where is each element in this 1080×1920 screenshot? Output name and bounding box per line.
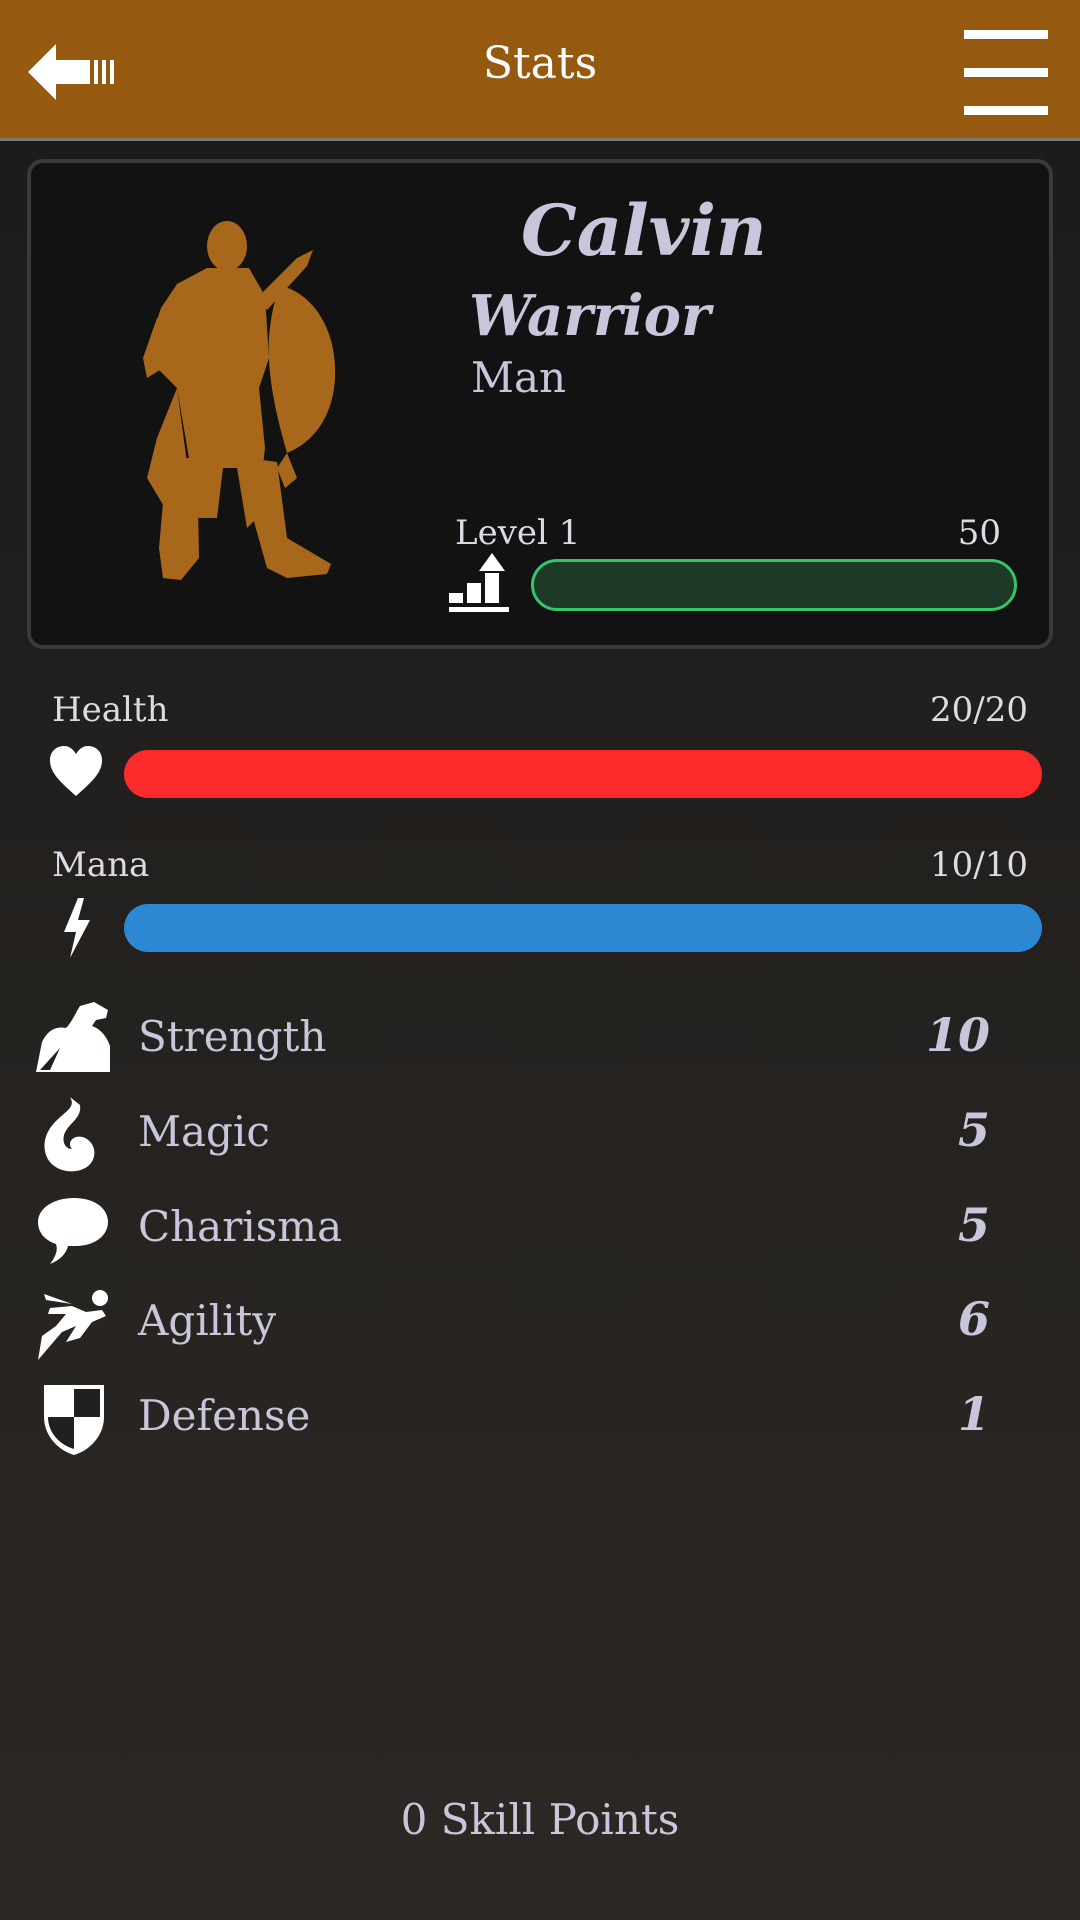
running-figure-icon [38, 1290, 108, 1360]
lightning-icon [64, 898, 90, 958]
health-value: 20/20 [930, 690, 1028, 730]
page-title: Stats [482, 38, 598, 89]
attribute-value: 5 [957, 1103, 990, 1157]
checkered-shield-icon [44, 1385, 104, 1455]
attribute-label: Charisma [138, 1202, 343, 1251]
health-bar [124, 750, 1042, 798]
attribute-label: Strength [138, 1012, 327, 1061]
warrior-portrait-icon [143, 221, 336, 580]
character-class: Warrior [469, 283, 711, 349]
speech-bubble-icon [38, 1198, 108, 1264]
xp-progress-bar [531, 559, 1017, 611]
mana-bar [124, 904, 1042, 952]
attribute-label: Agility [138, 1296, 277, 1345]
skill-points-label: 0 Skill Points [400, 1795, 680, 1844]
level-label: Level 1 [455, 513, 581, 553]
top-bar: Stats [0, 0, 1080, 141]
attribute-value: 1 [957, 1387, 990, 1441]
attribute-label: Magic [138, 1107, 270, 1156]
flexed-arm-icon [36, 1002, 110, 1072]
attribute-value: 5 [957, 1198, 990, 1252]
menu-button[interactable] [962, 28, 1050, 116]
attribute-row-magic: Magic 5 [0, 1089, 1080, 1179]
attribute-value: 10 [925, 1008, 990, 1062]
attribute-label: Defense [138, 1391, 311, 1440]
attribute-row-strength: Strength 10 [0, 994, 1080, 1084]
character-race: Man [471, 353, 567, 402]
level-up-icon [449, 553, 509, 612]
character-name: Calvin [521, 189, 767, 272]
character-card: Calvin Warrior Man Level 1 50 [27, 159, 1053, 649]
attribute-value: 6 [957, 1292, 990, 1346]
xp-value: 50 [957, 513, 1001, 553]
mana-bar-fill [124, 904, 1042, 952]
health-bar-fill [124, 750, 1042, 798]
health-label: Health [52, 690, 169, 730]
mana-label: Mana [52, 845, 150, 885]
hamburger-menu-icon [964, 30, 1048, 115]
heart-icon [50, 746, 102, 796]
attribute-row-defense: Defense 1 [0, 1373, 1080, 1463]
mana-value: 10/10 [930, 845, 1028, 885]
attribute-row-agility: Agility 6 [0, 1278, 1080, 1368]
attribute-row-charisma: Charisma 5 [0, 1184, 1080, 1274]
flame-icon [44, 1097, 95, 1172]
